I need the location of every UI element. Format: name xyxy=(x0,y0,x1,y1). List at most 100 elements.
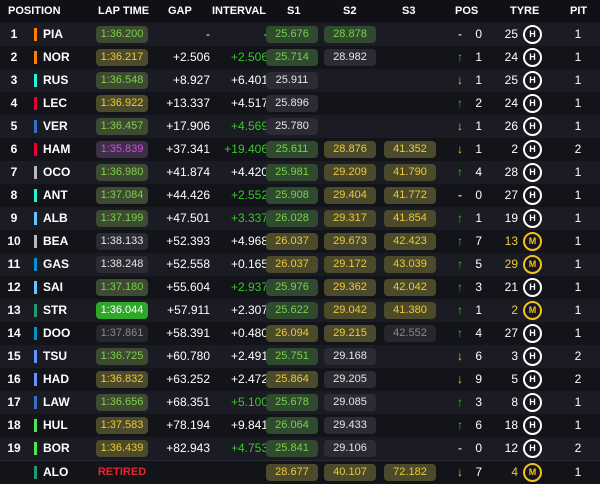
driver-code: SAI xyxy=(43,280,64,294)
table-row[interactable]: 15 TSU 1:36.725 +60.780 +2.491 25.751 29.168 ↓ 6… xyxy=(0,345,600,368)
table-row[interactable]: 16 HAD 1:36.832 +63.252 +2.472 25.864 29.205 ↓ 9… xyxy=(0,368,600,391)
position-number: 7 xyxy=(10,165,18,179)
gap-value: +55.604 xyxy=(166,280,210,294)
medium-tyre-icon: M xyxy=(523,232,542,251)
lap-time: 1:38.248 xyxy=(96,256,148,273)
position-number: 6 xyxy=(10,142,18,156)
tyre-compound-letter: H xyxy=(529,374,536,384)
sector-3-time: 43.039 xyxy=(384,256,436,273)
tyre-age: 27 xyxy=(504,188,518,202)
table-row[interactable]: 9 ALB 1:37.199 +47.501 +3.337 26.028 29.317 41.… xyxy=(0,207,600,230)
tyre-compound-letter: H xyxy=(529,75,536,85)
gap-value: +13.337 xyxy=(166,96,210,110)
gap-value xyxy=(150,461,210,484)
hard-tyre-icon: H xyxy=(523,278,542,297)
position-number xyxy=(4,461,24,484)
table-row[interactable]: 4 LEC 1:36.922 +13.337 +4.517 25.896 ↑ 2 24 H 1 xyxy=(0,92,600,115)
table-row[interactable]: 1PIA1:36.200--25.67628.878-025H1 xyxy=(0,23,600,46)
table-row[interactable]: 6 HAM 1:35.839 +37.341 +19.406 25.611 28.876 41… xyxy=(0,138,600,161)
sector-3-time: 72.182 xyxy=(384,464,436,481)
arrow-down-icon: ↓ xyxy=(457,142,463,156)
sector-3-time: 41.380 xyxy=(384,302,436,319)
dash-icon: - xyxy=(458,188,462,202)
hard-tyre-icon: H xyxy=(523,140,542,159)
table-row[interactable]: 3 RUS 1:36.548 +8.927 +6.401 25.911 ↓ 1 25 H 1 xyxy=(0,69,600,92)
driver-code: HAD xyxy=(43,372,69,386)
sector-2-time: 28.878 xyxy=(324,26,376,43)
position-number: 15 xyxy=(7,349,21,363)
sector-1-time: 28.677 xyxy=(266,464,318,481)
pit-stops: 1 xyxy=(574,257,582,271)
interval-value: - xyxy=(212,23,268,46)
table-row[interactable]: 19 BOR 1:36.439 +82.943 +4.753 25.841 29.106 -0… xyxy=(0,437,600,460)
arrow-up-icon: ↑ xyxy=(457,326,463,340)
table-row[interactable]: 14 DOO 1:37.861 +58.391 +0.480 26.094 29.215 42… xyxy=(0,322,600,345)
table-row[interactable]: 8 ANT 1:37.084 +44.426 +2.552 25.908 29.404 41.… xyxy=(0,184,600,207)
pit-stops: 1 xyxy=(574,96,582,110)
sector-3-time: 41.854 xyxy=(384,210,436,227)
position-number: 1 xyxy=(10,27,18,41)
position-change: 4 xyxy=(475,326,482,340)
hard-tyre-icon: H xyxy=(523,439,542,458)
pit-stops: 1 xyxy=(574,73,582,87)
interval-value: +9.841 xyxy=(230,418,268,432)
hard-tyre-icon: H xyxy=(523,370,542,389)
interval-value: +19.406 xyxy=(224,142,268,156)
hard-tyre-icon: H xyxy=(523,186,542,205)
sector-2-time: 29.673 xyxy=(324,233,376,250)
arrow-down-icon: ↓ xyxy=(457,465,463,479)
header-gap: GAP xyxy=(168,5,192,17)
sector-1-time: 26.064 xyxy=(266,417,318,434)
hard-tyre-icon: H xyxy=(523,347,542,366)
table-row[interactable]: 18 HUL 1:37.583 +78.194 +9.841 26.064 29.433 ↑ 6… xyxy=(0,414,600,437)
position-number: 19 xyxy=(7,441,21,455)
lap-time: 1:37.861 xyxy=(96,325,148,342)
position-change: 2 xyxy=(475,96,482,110)
sector-1-time: 25.676 xyxy=(266,26,318,43)
team-color-bar xyxy=(34,28,37,41)
table-row[interactable]: ALO RETIRED 28.677 40.107 72.182 ↓ 7 4 M 1 xyxy=(0,460,600,484)
tyre-age: 2 xyxy=(511,303,518,317)
pit-stops: 2 xyxy=(574,349,582,363)
table-row[interactable]: 11 GAS 1:38.248 +52.558 +0.165 26.037 29.172 43… xyxy=(0,253,600,276)
tyre-compound-letter: H xyxy=(529,397,536,407)
tyre-compound-letter: M xyxy=(528,259,537,269)
table-row[interactable]: 2 NOR 1:36.217 +2.506 +2.506 25.714 28.982 ↑ 1 24… xyxy=(0,46,600,69)
medium-tyre-icon: M xyxy=(523,463,542,482)
tyre-compound-letter: H xyxy=(529,190,536,200)
header-lap-time: LAP TIME xyxy=(98,5,150,17)
sector-1-time: 25.678 xyxy=(266,394,318,411)
sector-3-time: 41.772 xyxy=(384,187,436,204)
lap-time: 1:36.548 xyxy=(96,72,148,89)
tyre-age: 21 xyxy=(504,280,518,294)
table-row[interactable]: 5 VER 1:36.457 +17.906 +4.569 25.780 ↓ 1 26 H 1 xyxy=(0,115,600,138)
lap-time: 1:36.217 xyxy=(96,49,148,66)
team-color-bar xyxy=(34,373,37,386)
table-row[interactable]: 10 BEA 1:38.133 +52.393 +4.968 26.037 29.673 42… xyxy=(0,230,600,253)
dash-icon: - xyxy=(458,27,462,41)
gap-value: +8.927 xyxy=(172,73,210,87)
sector-1-time: 25.780 xyxy=(266,118,318,135)
interval-value: +0.165 xyxy=(230,257,268,271)
driver-code: BEA xyxy=(43,234,69,248)
interval-value: +4.420 xyxy=(230,165,268,179)
table-row[interactable]: 12 SAI 1:37.180 +55.604 +2.937 25.976 29.362 42… xyxy=(0,276,600,299)
position-number: 14 xyxy=(7,326,21,340)
position-number: 13 xyxy=(7,303,21,317)
sector-2-time: 29.209 xyxy=(324,164,376,181)
gap-value: +47.501 xyxy=(166,211,210,225)
table-row[interactable]: 7 OCO 1:36.980 +41.874 +4.420 25.981 29.209 41.… xyxy=(0,161,600,184)
table-row[interactable]: 13 STR 1:36.044 +57.911 +2.307 25.622 29.042 41… xyxy=(0,299,600,322)
sector-2-time: 40.107 xyxy=(324,464,376,481)
sector-1-time: 26.037 xyxy=(266,233,318,250)
pit-stops: 1 xyxy=(574,465,582,479)
position-change: 1 xyxy=(475,142,482,156)
position-number: 9 xyxy=(10,211,18,225)
position-number: 4 xyxy=(10,96,18,110)
table-row[interactable]: 17 LAW 1:36.656 +68.351 +5.100 25.678 29.085 ↑ 3… xyxy=(0,391,600,414)
arrow-up-icon: ↑ xyxy=(457,303,463,317)
tyre-age: 19 xyxy=(504,211,518,225)
hard-tyre-icon: H xyxy=(523,416,542,435)
driver-code: ALO xyxy=(43,465,69,479)
driver-code: LAW xyxy=(43,395,70,409)
